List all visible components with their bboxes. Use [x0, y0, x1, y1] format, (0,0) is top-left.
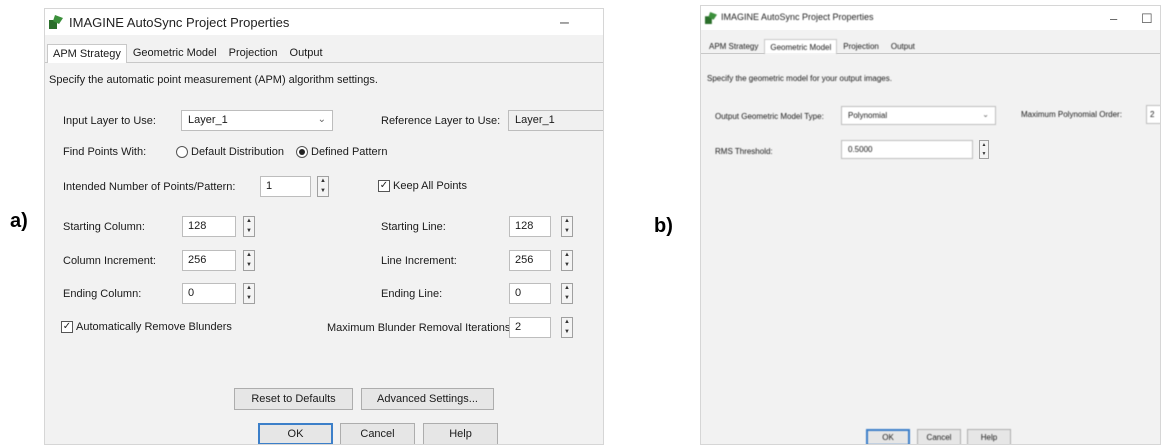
reference-layer-label: Reference Layer to Use: [381, 115, 501, 127]
minimize-button[interactable]: – [1110, 11, 1117, 27]
reset-defaults-button[interactable]: Reset to Defaults [234, 388, 353, 410]
project-properties-dialog-apm: IMAGINE AutoSync Project Properties – AP… [44, 8, 604, 445]
starting-line-label: Starting Line: [381, 221, 446, 233]
default-distribution-label: Default Distribution [191, 146, 284, 158]
column-increment-label: Column Increment: [63, 255, 156, 267]
panel-label-a: a) [10, 210, 28, 232]
rms-threshold-input[interactable]: 0.5000 [841, 140, 973, 159]
line-increment-input[interactable]: 256 [509, 250, 551, 271]
panel-label-b: b) [654, 215, 673, 237]
reference-layer-field[interactable]: Layer_1 [508, 110, 603, 131]
max-polynomial-order-input[interactable]: 2 [1146, 105, 1160, 124]
output-model-type-select[interactable]: Polynomial ⌄ [841, 106, 996, 125]
line-increment-spin-icon[interactable]: ▲ ▼ [561, 250, 573, 271]
rms-threshold-spin-icon[interactable]: ▲ ▼ [979, 140, 989, 159]
chevron-down-icon: ⌄ [982, 110, 989, 119]
tab-output[interactable]: Output [885, 38, 921, 53]
ok-button[interactable]: OK [866, 429, 910, 444]
auto-remove-blunders-checkbox[interactable]: ✓ [61, 321, 73, 333]
ok-button[interactable]: OK [258, 423, 333, 444]
starting-line-input[interactable]: 128 [509, 216, 551, 237]
title-bar: IMAGINE AutoSync Project Properties – ☐ [701, 6, 1160, 30]
max-blunder-iterations-spin-icon[interactable]: ▲ ▼ [561, 317, 573, 338]
column-increment-spin-icon[interactable]: ▲ ▼ [243, 250, 255, 271]
starting-line-spin-icon[interactable]: ▲ ▼ [561, 216, 573, 237]
reference-layer-value: Layer_1 [515, 114, 555, 126]
starting-column-spin-icon[interactable]: ▲ ▼ [243, 216, 255, 237]
imagine-app-icon [705, 12, 717, 24]
minimize-button[interactable]: – [560, 15, 569, 31]
tab-geometric-model[interactable]: Geometric Model [127, 43, 223, 62]
help-button[interactable]: Help [967, 429, 1011, 444]
auto-remove-blunders-label: Automatically Remove Blunders [76, 321, 232, 333]
output-model-type-value: Polynomial [848, 111, 888, 120]
window-title: IMAGINE AutoSync Project Properties [69, 15, 290, 30]
starting-column-label: Starting Column: [63, 221, 145, 233]
keep-all-points-checkbox[interactable]: ✓ [378, 180, 390, 192]
max-blunder-iterations-label: Maximum Blunder Removal Iterations: [327, 322, 514, 334]
rms-threshold-label: RMS Threshold: [715, 147, 773, 156]
max-blunder-iterations-input[interactable]: 2 [509, 317, 551, 338]
title-bar: IMAGINE AutoSync Project Properties – [45, 9, 603, 35]
section-description: Specify the automatic point measurement … [49, 74, 378, 86]
max-polynomial-order-label: Maximum Polynomial Order: [1021, 110, 1122, 119]
tab-apm-strategy[interactable]: APM Strategy [703, 38, 764, 53]
input-layer-select[interactable]: Layer_1 ⌄ [181, 110, 333, 131]
defined-pattern-radio[interactable] [296, 146, 308, 158]
line-increment-label: Line Increment: [381, 255, 457, 267]
column-increment-input[interactable]: 256 [182, 250, 236, 271]
chevron-down-icon: ⌄ [317, 114, 326, 125]
find-points-label: Find Points With: [63, 146, 147, 158]
output-model-type-label: Output Geometric Model Type: [715, 112, 824, 121]
ending-column-input[interactable]: 0 [182, 283, 236, 304]
ending-line-input[interactable]: 0 [509, 283, 551, 304]
intended-points-spin-icon[interactable]: ▲ ▼ [317, 176, 329, 197]
imagine-app-icon [49, 15, 63, 29]
defined-pattern-label: Defined Pattern [311, 146, 388, 158]
input-layer-label: Input Layer to Use: [63, 115, 156, 127]
tab-apm-strategy[interactable]: APM Strategy [47, 44, 127, 63]
help-button[interactable]: Help [423, 423, 498, 444]
intended-points-label: Intended Number of Points/Pattern: [63, 181, 236, 193]
ending-line-spin-icon[interactable]: ▲ ▼ [561, 283, 573, 304]
input-layer-value: Layer_1 [188, 114, 228, 126]
maximize-button[interactable]: ☐ [1141, 11, 1153, 27]
cancel-button[interactable]: Cancel [917, 429, 961, 444]
ending-line-label: Ending Line: [381, 288, 443, 300]
ending-column-label: Ending Column: [63, 288, 142, 300]
starting-column-input[interactable]: 128 [182, 216, 236, 237]
advanced-settings-button[interactable]: Advanced Settings... [361, 388, 494, 410]
tab-strip: APM Strategy Geometric Model Projection … [45, 43, 603, 63]
tab-geometric-model[interactable]: Geometric Model [764, 39, 838, 54]
project-properties-dialog-geometric: IMAGINE AutoSync Project Properties – ☐ … [700, 5, 1161, 445]
default-distribution-radio[interactable] [176, 146, 188, 158]
tab-output[interactable]: Output [284, 43, 329, 62]
keep-all-points-label: Keep All Points [393, 180, 467, 192]
intended-points-input[interactable]: 1 [260, 176, 311, 197]
tab-projection[interactable]: Projection [223, 43, 284, 62]
tab-strip: APM Strategy Geometric Model Projection … [701, 37, 1160, 54]
section-description: Specify the geometric model for your out… [707, 74, 892, 83]
window-title: IMAGINE AutoSync Project Properties [721, 12, 874, 22]
cancel-button[interactable]: Cancel [340, 423, 415, 444]
ending-column-spin-icon[interactable]: ▲ ▼ [243, 283, 255, 304]
tab-projection[interactable]: Projection [837, 38, 885, 53]
